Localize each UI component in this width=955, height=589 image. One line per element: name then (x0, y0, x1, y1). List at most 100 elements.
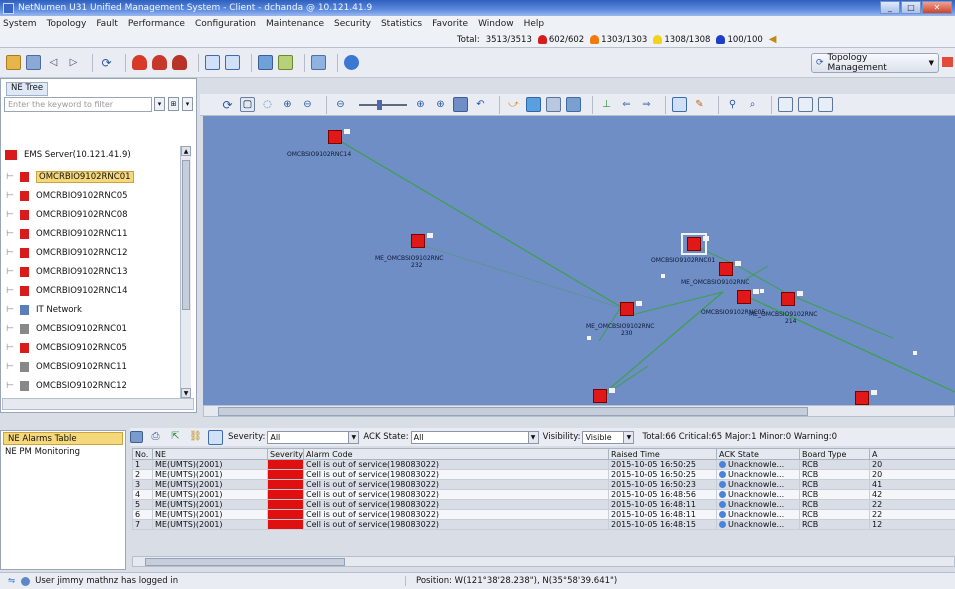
tree-search-input[interactable]: Enter the keyword to filter (4, 97, 152, 112)
ne-node-icon[interactable] (411, 233, 433, 248)
tree-expand-icon[interactable]: ⊢ (2, 229, 20, 239)
refresh-icon[interactable]: ⟳ (220, 97, 235, 112)
sound-icon[interactable]: ◀ (769, 34, 777, 45)
layout-icon[interactable] (942, 57, 953, 67)
warning-count[interactable]: 100/100 (716, 34, 763, 45)
link-icon[interactable]: ⛓ (188, 430, 203, 445)
tree-horizontal-scrollbar[interactable] (2, 398, 194, 410)
alarm-bell-icon[interactable] (152, 55, 167, 70)
tree-item[interactable]: ⊢ OMCBSIO9102RNC11 (2, 357, 182, 376)
ne-node-icon[interactable] (593, 388, 615, 403)
connect-icon[interactable]: ⇒ (639, 97, 654, 112)
columns-icon[interactable] (208, 429, 223, 445)
fit-icon[interactable]: ⊕ (413, 97, 428, 112)
menu-favorite[interactable]: Favorite (432, 19, 468, 29)
tree-expand-icon[interactable]: ⊢ (2, 362, 20, 372)
view-icon[interactable] (526, 97, 541, 112)
menu-window[interactable]: Window (478, 19, 514, 29)
alarm-bell-red-icon[interactable] (132, 55, 147, 70)
ne-node-icon[interactable] (687, 236, 709, 251)
ne-node-icon[interactable] (719, 261, 741, 276)
menu-fault[interactable]: Fault (96, 19, 118, 29)
tree-item[interactable]: ⊢ OMCBSIO9102RNC05 (2, 338, 182, 357)
tab-ne-pm-monitoring[interactable]: NE PM Monitoring (1, 446, 125, 459)
maximize-button[interactable]: □ (901, 1, 921, 14)
refresh-icon[interactable]: ⟳ (99, 55, 114, 70)
pan-icon[interactable]: ◌ (260, 97, 275, 112)
table-row[interactable]: 5 ME(UMTS)(2001) Critical Cell is out of se… (132, 499, 955, 510)
column-header[interactable]: No. (132, 448, 153, 460)
tree-item[interactable]: ⊢ OMCRBIO9102RNC14 (2, 281, 182, 300)
tree-expand-icon[interactable]: ⊢ (2, 172, 20, 182)
column-header[interactable]: Board Type (799, 448, 870, 460)
table-horizontal-scrollbar[interactable] (132, 556, 955, 567)
monitor-icon[interactable] (225, 55, 240, 70)
layout-icon[interactable] (798, 97, 813, 112)
zoom-slider-handle[interactable] (377, 99, 382, 110)
menu-statistics[interactable]: Statistics (381, 19, 422, 29)
scroll-thumb[interactable] (182, 160, 190, 310)
tree-expand-icon[interactable]: ⊢ (2, 210, 20, 220)
view-selector[interactable]: ⟳ Topology Management ▼ (811, 53, 939, 73)
tree-icon[interactable]: ⚲ (725, 97, 740, 112)
tree-item[interactable]: ⊢ OMCBSIO9102RNC12 (2, 376, 182, 395)
table-row[interactable]: 7 ME(UMTS)(2001) Critical Cell is out of se… (132, 519, 955, 530)
map-horizontal-scrollbar[interactable] (203, 405, 955, 417)
tab-ne-alarms-table[interactable]: NE Alarms Table (3, 432, 123, 445)
column-header[interactable]: A (869, 448, 955, 460)
minor-count[interactable]: 1308/1308 (653, 34, 710, 45)
tree-expand-icon[interactable]: ⊢ (2, 248, 20, 258)
scroll-up-icon[interactable]: ▲ (181, 146, 191, 156)
tree-item[interactable]: ⊢ IT Network (2, 300, 182, 319)
tree-item[interactable]: ⊢ OMCBSIO9102RNC01 (2, 319, 182, 338)
tree-expand-icon[interactable]: ⊢ (2, 191, 20, 201)
align-icon[interactable]: ⊥ (599, 97, 614, 112)
table-row[interactable]: 1 ME(UMTS)(2001) Critical Cell is out of se… (132, 459, 955, 470)
topology-icon[interactable] (6, 55, 21, 70)
print-icon[interactable]: ⎙ (148, 430, 163, 445)
zoom-icon[interactable]: ⊖ (333, 97, 348, 112)
tree-expand-icon[interactable]: ⊢ (2, 305, 20, 315)
config-icon[interactable] (258, 55, 273, 70)
tree-expand-icon[interactable]: ⊢ (2, 381, 20, 391)
column-header[interactable]: ACK State (716, 448, 800, 460)
alarm-bell-icon[interactable] (172, 55, 187, 70)
ne-node-icon[interactable] (855, 390, 877, 405)
layout-icon[interactable] (818, 97, 833, 112)
layout-icon[interactable] (778, 97, 793, 112)
select-icon[interactable]: ▢ (240, 97, 255, 112)
chart-icon[interactable] (566, 97, 581, 112)
scroll-thumb[interactable] (218, 407, 808, 416)
minimize-button[interactable]: _ (880, 1, 900, 14)
menu-configuration[interactable]: Configuration (195, 19, 256, 29)
tree-vertical-scrollbar[interactable]: ▲ ▼ (180, 146, 191, 398)
tree-expand-icon[interactable]: ⊢ (2, 267, 20, 277)
zoom-in-icon[interactable]: ⊕ (280, 97, 295, 112)
tree-item[interactable]: ⊢ OMCRBIO9102RNC13 (2, 262, 182, 281)
close-button[interactable]: ✕ (922, 1, 952, 14)
tree-expand-icon[interactable]: ⊢ (2, 324, 20, 334)
menu-maintenance[interactable]: Maintenance (266, 19, 324, 29)
menu-topology[interactable]: Topology (47, 19, 87, 29)
ack-state-select[interactable]: All ▼ (410, 430, 539, 444)
scroll-thumb[interactable] (145, 558, 345, 566)
severity-select[interactable]: All ▼ (267, 430, 360, 444)
monitor-icon[interactable] (205, 55, 220, 70)
find-icon[interactable]: ⌕ (745, 97, 760, 112)
menu-performance[interactable]: Performance (128, 19, 185, 29)
ne-node-icon[interactable] (620, 301, 642, 316)
connect-icon[interactable]: ⇐ (619, 97, 634, 112)
table-icon[interactable] (26, 55, 41, 70)
tree-item[interactable]: ⊢ OMCRBIO9102RNC05 (2, 186, 182, 205)
critical-count[interactable]: 602/602 (537, 34, 584, 45)
locate-icon[interactable]: ⊞ (168, 97, 179, 111)
back-icon[interactable]: ◁ (46, 55, 61, 70)
major-count[interactable]: 1303/1303 (590, 34, 647, 45)
tree-root-ems-server[interactable]: EMS Server(10.121.41.9) (5, 150, 131, 160)
undo-icon[interactable]: ↶ (473, 97, 488, 112)
column-header[interactable]: Alarm Code (303, 448, 609, 460)
tree-item[interactable]: ⊢ OMCRBIO9102RNC01 (2, 167, 182, 186)
tree-item[interactable]: ⊢ OMCRBIO9102RNC11 (2, 224, 182, 243)
list-icon[interactable] (546, 97, 561, 112)
forward-icon[interactable]: ▷ (66, 55, 81, 70)
